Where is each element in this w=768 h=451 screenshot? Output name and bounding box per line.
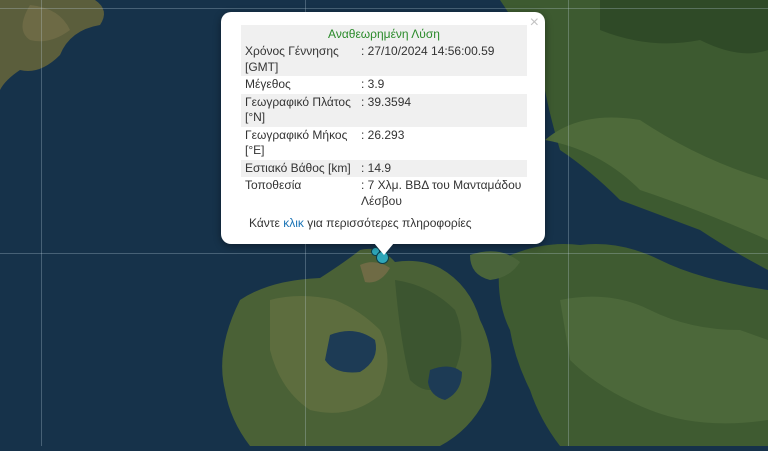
popup-title: Αναθεωρημένη Λύση (241, 25, 527, 43)
detail-row: Γεωγραφικό Πλάτος [°N] : 39.3594 (241, 93, 527, 127)
detail-value: : 27/10/2024 14:56:00.59 (357, 43, 527, 76)
detail-value: : 14.9 (357, 159, 527, 177)
detail-label: Γεωγραφικό Μήκος [°E] (245, 127, 348, 158)
popup-pointer (374, 243, 394, 255)
more-info-suffix: για περισσότερες πληροφορίες (303, 216, 472, 230)
more-info-link[interactable]: κλικ (283, 216, 304, 230)
detail-row: Γεωγραφικό Μήκος [°E] : 26.293 (241, 127, 527, 160)
detail-value: : 7 Χλμ. ΒΒΔ του Μανταμάδου Λέσβου (361, 178, 522, 208)
detail-value: : 26.293 (361, 127, 405, 142)
detail-label: Μέγεθος (245, 77, 291, 91)
earthquake-info-popup: × Αναθεωρημένη Λύση Χρόνος Γέννησης [GMT… (221, 12, 545, 255)
detail-label: Χρόνος Γέννησης [GMT] (241, 43, 357, 76)
detail-value: : 39.3594 (357, 93, 527, 127)
detail-label: Τοποθεσία (245, 178, 302, 192)
more-info-text: Κάντε κλικ για περισσότερες πληροφορίες (249, 216, 472, 230)
detail-row: Μέγεθος : 3.9 (241, 76, 527, 94)
detail-label: Εστιακό Βάθος [km] (241, 159, 357, 177)
earthquake-details-table: Αναθεωρημένη Λύση Χρόνος Γέννησης [GMT] … (241, 25, 527, 210)
map-grid-line (41, 0, 42, 446)
detail-label: Γεωγραφικό Πλάτος [°N] (241, 93, 357, 127)
detail-row: Τοποθεσία : 7 Χλμ. ΒΒΔ του Μανταμάδου Λέ… (241, 177, 527, 210)
more-info-prefix: Κάντε (249, 216, 284, 230)
detail-value: : 3.9 (361, 77, 385, 91)
detail-row: Εστιακό Βάθος [km] : 14.9 (241, 159, 527, 177)
detail-row: Χρόνος Γέννησης [GMT] : 27/10/2024 14:56… (241, 43, 527, 76)
close-icon[interactable]: × (530, 14, 539, 32)
map-grid-line (0, 8, 768, 9)
map-grid-line (568, 0, 569, 446)
